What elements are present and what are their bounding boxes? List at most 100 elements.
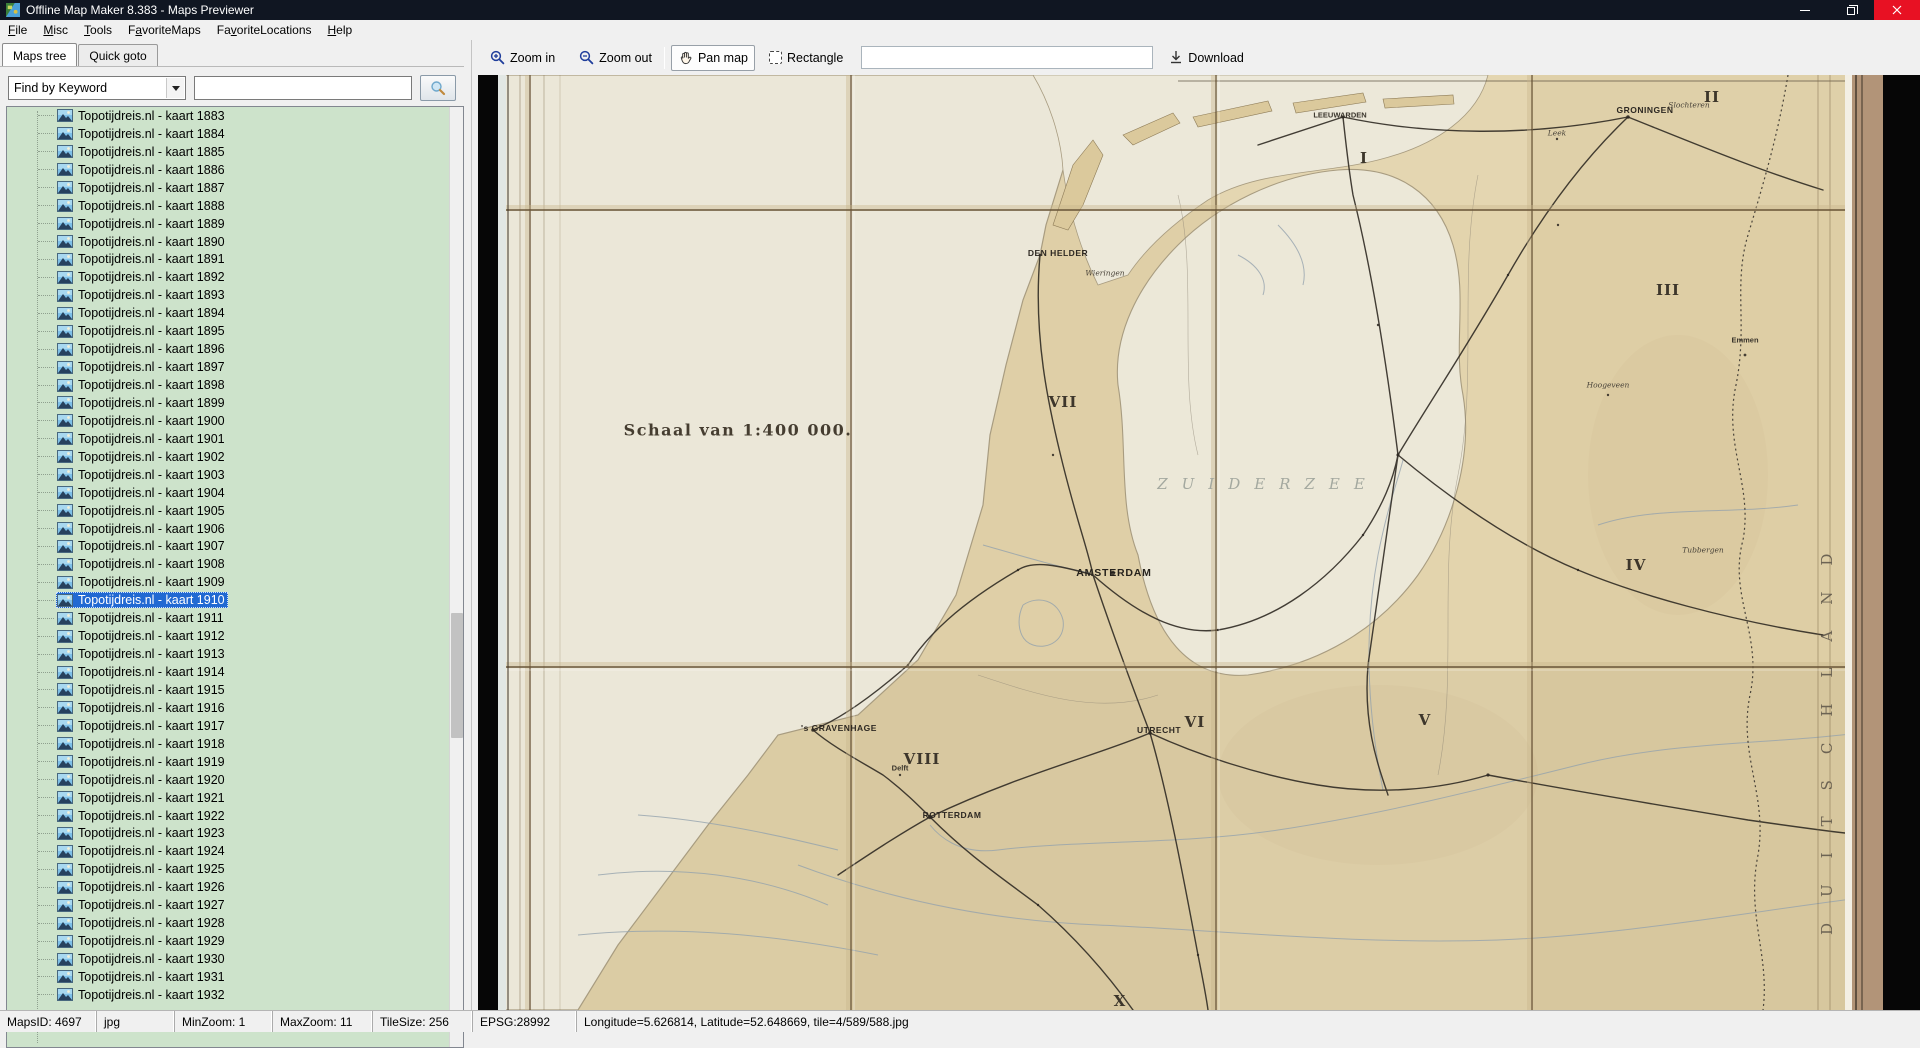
- panel-splitter[interactable]: [464, 40, 478, 1010]
- tree-item-1906[interactable]: Topotijdreis.nl - kaart 1906: [7, 520, 449, 538]
- tree-item-1925[interactable]: Topotijdreis.nl - kaart 1925: [7, 860, 449, 878]
- tree-item-1912[interactable]: Topotijdreis.nl - kaart 1912: [7, 627, 449, 645]
- menu-favoritemaps[interactable]: FavoriteMaps: [120, 21, 209, 39]
- tree-connector: [38, 976, 54, 978]
- map-thumbnail-icon: [57, 683, 73, 697]
- tree-item-1909[interactable]: Topotijdreis.nl - kaart 1909: [7, 573, 449, 591]
- restore-button[interactable]: [1828, 0, 1874, 20]
- tree-item-label: Topotijdreis.nl - kaart 1920: [78, 772, 225, 787]
- tree-connector: [38, 850, 54, 852]
- tree-item-label: Topotijdreis.nl - kaart 1883: [78, 108, 225, 123]
- tree-item-1901[interactable]: Topotijdreis.nl - kaart 1901: [7, 430, 449, 448]
- minimize-icon: [1800, 9, 1810, 11]
- tree-item-1910[interactable]: Topotijdreis.nl - kaart 1910: [7, 591, 449, 609]
- app-icon: [6, 3, 20, 17]
- tree-item-1896[interactable]: Topotijdreis.nl - kaart 1896: [7, 340, 449, 358]
- tree-item-1885[interactable]: Topotijdreis.nl - kaart 1885: [7, 143, 449, 161]
- tree-item-1888[interactable]: Topotijdreis.nl - kaart 1888: [7, 197, 449, 215]
- tree-item-1905[interactable]: Topotijdreis.nl - kaart 1905: [7, 502, 449, 520]
- map-thumbnail-icon: [57, 504, 73, 518]
- chevron-down-icon: [171, 85, 180, 91]
- tree-item-1890[interactable]: Topotijdreis.nl - kaart 1890: [7, 233, 449, 251]
- pan-map-button[interactable]: Pan map: [670, 44, 755, 71]
- tree-connector: [38, 420, 54, 422]
- tree-item-1884[interactable]: Topotijdreis.nl - kaart 1884: [7, 125, 449, 143]
- tree-item-1891[interactable]: Topotijdreis.nl - kaart 1891: [7, 251, 449, 269]
- tree-connector: [38, 958, 54, 960]
- zoom-out-button[interactable]: Zoom out: [573, 46, 658, 69]
- tree-item-1883[interactable]: Topotijdreis.nl - kaart 1883: [7, 107, 449, 125]
- tree-item-1897[interactable]: Topotijdreis.nl - kaart 1897: [7, 358, 449, 376]
- minimize-button[interactable]: [1782, 0, 1828, 20]
- menu-file[interactable]: File: [0, 21, 35, 39]
- tree-item-1907[interactable]: Topotijdreis.nl - kaart 1907: [7, 538, 449, 556]
- map-thumbnail-icon: [57, 468, 73, 482]
- rectangle-label: Rectangle: [787, 50, 844, 65]
- tree-item-1919[interactable]: Topotijdreis.nl - kaart 1919: [7, 753, 449, 771]
- tree-item-1929[interactable]: Topotijdreis.nl - kaart 1929: [7, 932, 449, 950]
- close-button[interactable]: [1874, 0, 1920, 20]
- map-viewport[interactable]: Schaal van 1:400 000. DEN HELDER Wieringen…: [478, 75, 1920, 1010]
- tree-item-1892[interactable]: Topotijdreis.nl - kaart 1892: [7, 268, 449, 286]
- tree-item-1894[interactable]: Topotijdreis.nl - kaart 1894: [7, 304, 449, 322]
- tree-item-1932[interactable]: Topotijdreis.nl - kaart 1932: [7, 986, 449, 1004]
- tree-item-1916[interactable]: Topotijdreis.nl - kaart 1916: [7, 699, 449, 717]
- tab-quick-goto[interactable]: Quick goto: [78, 44, 158, 66]
- tree-item-1922[interactable]: Topotijdreis.nl - kaart 1922: [7, 807, 449, 825]
- tree-item-1917[interactable]: Topotijdreis.nl - kaart 1917: [7, 717, 449, 735]
- zoom-in-button[interactable]: Zoom in: [484, 46, 561, 69]
- title-bar: Offline Map Maker 8.383 - Maps Previewer: [0, 0, 1920, 20]
- tree-scrollbar-thumb[interactable]: [451, 613, 463, 738]
- tree-item-1930[interactable]: Topotijdreis.nl - kaart 1930: [7, 950, 449, 968]
- tree-connector: [38, 994, 54, 996]
- map-thumbnail-icon: [57, 952, 73, 966]
- menu-tools[interactable]: Tools: [76, 21, 120, 39]
- tree-item-1908[interactable]: Topotijdreis.nl - kaart 1908: [7, 555, 449, 573]
- tree-item-1928[interactable]: Topotijdreis.nl - kaart 1928: [7, 914, 449, 932]
- search-button[interactable]: [420, 75, 456, 101]
- combo-dropdown-button[interactable]: [166, 78, 184, 98]
- menu-help[interactable]: Help: [320, 21, 361, 39]
- tree-item-1903[interactable]: Topotijdreis.nl - kaart 1903: [7, 466, 449, 484]
- close-icon: [1892, 5, 1902, 15]
- tree-item-1902[interactable]: Topotijdreis.nl - kaart 1902: [7, 448, 449, 466]
- download-button[interactable]: Download: [1163, 46, 1250, 69]
- menu-favoritelocations[interactable]: FavoriteLocations: [209, 21, 320, 39]
- tree-item-1923[interactable]: Topotijdreis.nl - kaart 1923: [7, 825, 449, 843]
- pan-hand-icon: [680, 51, 692, 65]
- tree-item-1893[interactable]: Topotijdreis.nl - kaart 1893: [7, 286, 449, 304]
- tab-maps-tree[interactable]: Maps tree: [2, 43, 78, 66]
- tree-item-1921[interactable]: Topotijdreis.nl - kaart 1921: [7, 789, 449, 807]
- tree-item-1915[interactable]: Topotijdreis.nl - kaart 1915: [7, 681, 449, 699]
- tree-item-1886[interactable]: Topotijdreis.nl - kaart 1886: [7, 161, 449, 179]
- rectangle-button[interactable]: Rectangle: [763, 47, 849, 69]
- tree-item-1895[interactable]: Topotijdreis.nl - kaart 1895: [7, 322, 449, 340]
- tree-item-1914[interactable]: Topotijdreis.nl - kaart 1914: [7, 663, 449, 681]
- tree-connector: [38, 223, 54, 225]
- tree-item-1927[interactable]: Topotijdreis.nl - kaart 1927: [7, 896, 449, 914]
- tree-item-1913[interactable]: Topotijdreis.nl - kaart 1913: [7, 645, 449, 663]
- tree-item-1899[interactable]: Topotijdreis.nl - kaart 1899: [7, 394, 449, 412]
- tree-connector: [38, 258, 54, 260]
- tree-item-1920[interactable]: Topotijdreis.nl - kaart 1920: [7, 771, 449, 789]
- find-mode-combobox[interactable]: Find by Keyword: [8, 76, 186, 100]
- toolbar-input[interactable]: [861, 46, 1154, 69]
- tree-item-1924[interactable]: Topotijdreis.nl - kaart 1924: [7, 842, 449, 860]
- tree-connector: [38, 151, 54, 153]
- tree-item-1900[interactable]: Topotijdreis.nl - kaart 1900: [7, 412, 449, 430]
- tree-item-1931[interactable]: Topotijdreis.nl - kaart 1931: [7, 968, 449, 986]
- tree-item-1918[interactable]: Topotijdreis.nl - kaart 1918: [7, 735, 449, 753]
- tree-item-1911[interactable]: Topotijdreis.nl - kaart 1911: [7, 609, 449, 627]
- tree-item-label: Topotijdreis.nl - kaart 1923: [78, 826, 225, 841]
- search-input[interactable]: [194, 76, 412, 100]
- tree-item-1887[interactable]: Topotijdreis.nl - kaart 1887: [7, 179, 449, 197]
- map-thumbnail-icon: [57, 252, 73, 266]
- menu-misc[interactable]: Misc: [35, 21, 76, 39]
- tree-item-1926[interactable]: Topotijdreis.nl - kaart 1926: [7, 878, 449, 896]
- map-thumbnail-icon: [57, 539, 73, 553]
- status-segment-epsg: EPSG:28992: [473, 1011, 577, 1032]
- tree-scrollbar[interactable]: [449, 107, 463, 1047]
- tree-item-1889[interactable]: Topotijdreis.nl - kaart 1889: [7, 215, 449, 233]
- tree-item-1898[interactable]: Topotijdreis.nl - kaart 1898: [7, 376, 449, 394]
- tree-item-1904[interactable]: Topotijdreis.nl - kaart 1904: [7, 484, 449, 502]
